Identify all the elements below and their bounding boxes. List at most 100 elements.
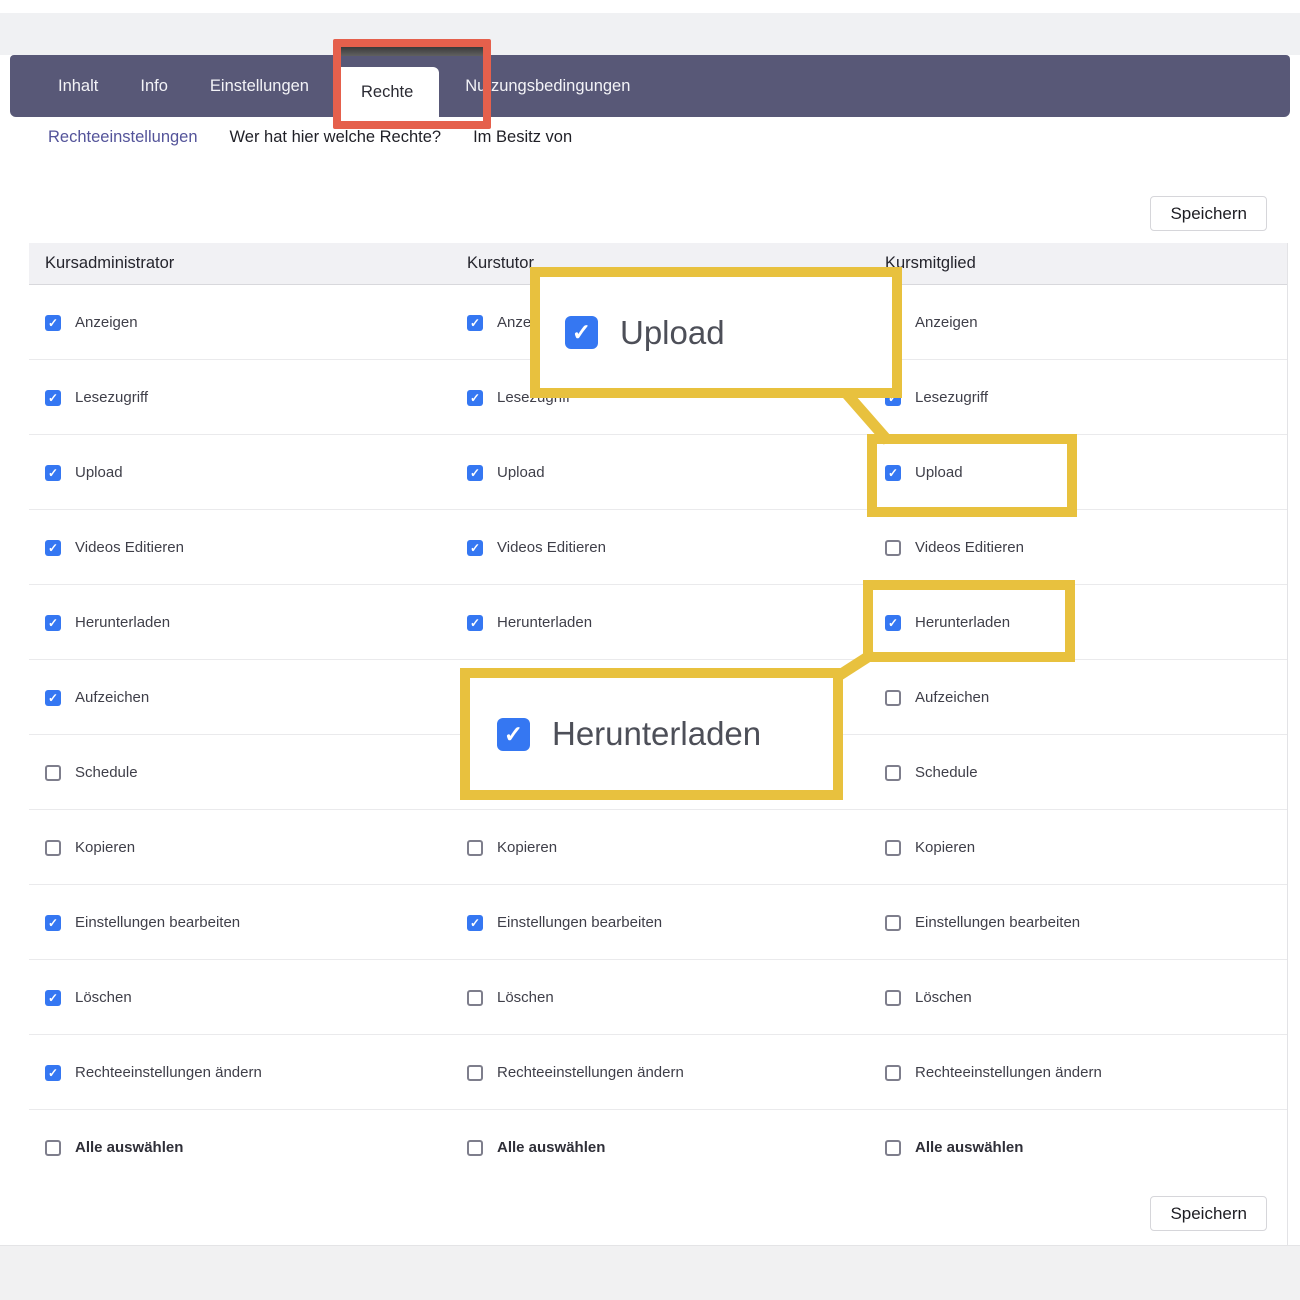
subtab-wer-hat-welche-rechte[interactable]: Wer hat hier welche Rechte?: [230, 128, 442, 147]
checkbox-label[interactable]: Alle auswählen: [75, 1139, 183, 1156]
checkbox-kursmitglied-videos-editieren[interactable]: [885, 540, 901, 556]
checkbox-kurstutor-kopieren[interactable]: [467, 840, 483, 856]
checkbox-label[interactable]: Einstellungen bearbeiten: [75, 914, 240, 931]
permission-cell-kursadministrator-videos-editieren: ✓ Videos Editieren: [45, 510, 184, 585]
column-header-kurstutor: Kurstutor: [467, 243, 534, 284]
permission-cell-kursmitglied-l-schen: Löschen: [885, 960, 972, 1035]
checkbox-label[interactable]: Upload: [497, 464, 545, 481]
checkbox-kurstutor-herunterladen[interactable]: ✓: [467, 615, 483, 631]
checkbox-kursadministrator-kopieren[interactable]: [45, 840, 61, 856]
checkbox-kursadministrator-aufzeichen[interactable]: ✓: [45, 690, 61, 706]
checkbox-kursadministrator-videos-editieren[interactable]: ✓: [45, 540, 61, 556]
checkbox-label[interactable]: Upload: [75, 464, 123, 481]
checkbox-label[interactable]: Löschen: [497, 989, 554, 1006]
checkbox-kurstutor-lesezugriff[interactable]: ✓: [467, 390, 483, 406]
permission-cell-kursadministrator-einstellungen-bearbeiten: ✓ Einstellungen bearbeiten: [45, 885, 240, 960]
checkbox-label[interactable]: Löschen: [915, 989, 972, 1006]
checkbox-kurstutor-upload[interactable]: ✓: [467, 465, 483, 481]
checkbox-kursadministrator-schedule[interactable]: [45, 765, 61, 781]
permission-cell-kursadministrator-alle-ausw-hlen: Alle auswählen: [45, 1110, 183, 1185]
checkbox-label[interactable]: Lesezugriff: [75, 389, 148, 406]
checkbox-kursmitglied-kopieren[interactable]: [885, 840, 901, 856]
content-right-border: [1287, 243, 1288, 1245]
table-row: ✓ Löschen Löschen Löschen: [29, 960, 1287, 1035]
checkbox-kursmitglied-aufzeichen[interactable]: [885, 690, 901, 706]
callout-upload-checkbox[interactable]: ✓: [565, 316, 598, 349]
checkbox-label[interactable]: Videos Editieren: [497, 539, 606, 556]
table-row: Alle auswählen Alle auswählen Alle auswähl…: [29, 1110, 1287, 1185]
checkbox-label[interactable]: Einstellungen bearbeiten: [915, 914, 1080, 931]
table-row: ✓ Videos Editieren ✓ Videos Editieren Videos…: [29, 510, 1287, 585]
checkbox-label[interactable]: Lesezugriff: [915, 389, 988, 406]
permission-cell-kursadministrator-herunterladen: ✓ Herunterladen: [45, 585, 170, 660]
checkbox-kursadministrator-herunterladen[interactable]: ✓: [45, 615, 61, 631]
checkbox-label[interactable]: Aufzeichen: [915, 689, 989, 706]
red-highlight-box: [333, 39, 491, 129]
permission-cell-kurstutor-kopieren: Kopieren: [467, 810, 557, 885]
checkbox-kurstutor-rechteeinstellungen-ndern[interactable]: [467, 1065, 483, 1081]
checkbox-label[interactable]: Kopieren: [75, 839, 135, 856]
checkbox-label[interactable]: Videos Editieren: [75, 539, 184, 556]
permission-cell-kursmitglied-rechteeinstellungen-ndern: Rechteeinstellungen ändern: [885, 1035, 1102, 1110]
permission-cell-kurstutor-videos-editieren: ✓ Videos Editieren: [467, 510, 606, 585]
checkbox-label[interactable]: Aufzeichen: [75, 689, 149, 706]
callout-upload-label: Upload: [620, 314, 725, 352]
checkbox-kursmitglied-schedule[interactable]: [885, 765, 901, 781]
permission-cell-kursadministrator-lesezugriff: ✓ Lesezugriff: [45, 360, 148, 435]
save-button-bottom[interactable]: Speichern: [1150, 1196, 1267, 1231]
main-tab-bar: Inhalt Info Einstellungen Rechte Nutzung…: [10, 55, 1290, 117]
checkbox-label[interactable]: Videos Editieren: [915, 539, 1024, 556]
checkbox-label[interactable]: Alle auswählen: [915, 1139, 1023, 1156]
permission-cell-kursmitglied-einstellungen-bearbeiten: Einstellungen bearbeiten: [885, 885, 1080, 960]
permission-cell-kurstutor-upload: ✓ Upload: [467, 435, 545, 510]
save-button-top[interactable]: Speichern: [1150, 196, 1267, 231]
tab-inhalt[interactable]: Inhalt: [37, 77, 119, 96]
checkbox-label[interactable]: Löschen: [75, 989, 132, 1006]
checkbox-kursadministrator-rechteeinstellungen-ndern[interactable]: ✓: [45, 1065, 61, 1081]
permission-cell-kurstutor-einstellungen-bearbeiten: ✓ Einstellungen bearbeiten: [467, 885, 662, 960]
subtab-im-besitz-von[interactable]: Im Besitz von: [473, 128, 572, 147]
checkbox-kursadministrator-l-schen[interactable]: ✓: [45, 990, 61, 1006]
tab-info[interactable]: Info: [119, 77, 189, 96]
checkbox-label[interactable]: Anzeigen: [915, 314, 978, 331]
checkbox-kursadministrator-lesezugriff[interactable]: ✓: [45, 390, 61, 406]
checkbox-kursmitglied-l-schen[interactable]: [885, 990, 901, 1006]
checkbox-kursadministrator-anzeigen[interactable]: ✓: [45, 315, 61, 331]
table-row: ✓ Rechteeinstellungen ändern Rechteeinstel…: [29, 1035, 1287, 1110]
checkbox-kursadministrator-alle-ausw-hlen[interactable]: [45, 1140, 61, 1156]
table-row: Kopieren Kopieren Kopieren: [29, 810, 1287, 885]
checkbox-label[interactable]: Rechteeinstellungen ändern: [915, 1064, 1102, 1081]
checkbox-label[interactable]: Schedule: [915, 764, 978, 781]
checkbox-label[interactable]: Anzeigen: [75, 314, 138, 331]
checkbox-label[interactable]: Rechteeinstellungen ändern: [497, 1064, 684, 1081]
checkbox-label[interactable]: Einstellungen bearbeiten: [497, 914, 662, 931]
checkbox-kursadministrator-einstellungen-bearbeiten[interactable]: ✓: [45, 915, 61, 931]
checkbox-kurstutor-einstellungen-bearbeiten[interactable]: ✓: [467, 915, 483, 931]
callout-herunterladen-checkbox[interactable]: ✓: [497, 718, 530, 751]
sub-tab-bar: Rechteeinstellungen Wer hat hier welche …: [48, 128, 572, 147]
checkbox-label[interactable]: Alle auswählen: [497, 1139, 605, 1156]
checkbox-label[interactable]: Kopieren: [915, 839, 975, 856]
checkbox-label[interactable]: Herunterladen: [497, 614, 592, 631]
checkbox-label[interactable]: Schedule: [75, 764, 138, 781]
tab-einstellungen[interactable]: Einstellungen: [189, 77, 330, 96]
checkbox-label[interactable]: Kopieren: [497, 839, 557, 856]
permission-cell-kursadministrator-schedule: Schedule: [45, 735, 138, 810]
table-row: ✓ Einstellungen bearbeiten ✓ Einstellungen …: [29, 885, 1287, 960]
checkbox-kursadministrator-upload[interactable]: ✓: [45, 465, 61, 481]
checkbox-kurstutor-alle-ausw-hlen[interactable]: [467, 1140, 483, 1156]
dark-strip: [341, 47, 483, 56]
checkbox-kurstutor-videos-editieren[interactable]: ✓: [467, 540, 483, 556]
permission-cell-kursadministrator-l-schen: ✓ Löschen: [45, 960, 132, 1035]
permission-cell-kurstutor-herunterladen: ✓ Herunterladen: [467, 585, 592, 660]
checkbox-kursmitglied-rechteeinstellungen-ndern[interactable]: [885, 1065, 901, 1081]
permission-cell-kurstutor-l-schen: Löschen: [467, 960, 554, 1035]
subtab-rechteeinstellungen[interactable]: Rechteeinstellungen: [48, 128, 198, 147]
checkbox-kurstutor-l-schen[interactable]: [467, 990, 483, 1006]
checkbox-kurstutor-anzeigen[interactable]: ✓: [467, 315, 483, 331]
checkbox-kursmitglied-alle-ausw-hlen[interactable]: [885, 1140, 901, 1156]
checkbox-label[interactable]: Herunterladen: [75, 614, 170, 631]
permission-cell-kursmitglied-schedule: Schedule: [885, 735, 978, 810]
checkbox-label[interactable]: Rechteeinstellungen ändern: [75, 1064, 262, 1081]
checkbox-kursmitglied-einstellungen-bearbeiten[interactable]: [885, 915, 901, 931]
